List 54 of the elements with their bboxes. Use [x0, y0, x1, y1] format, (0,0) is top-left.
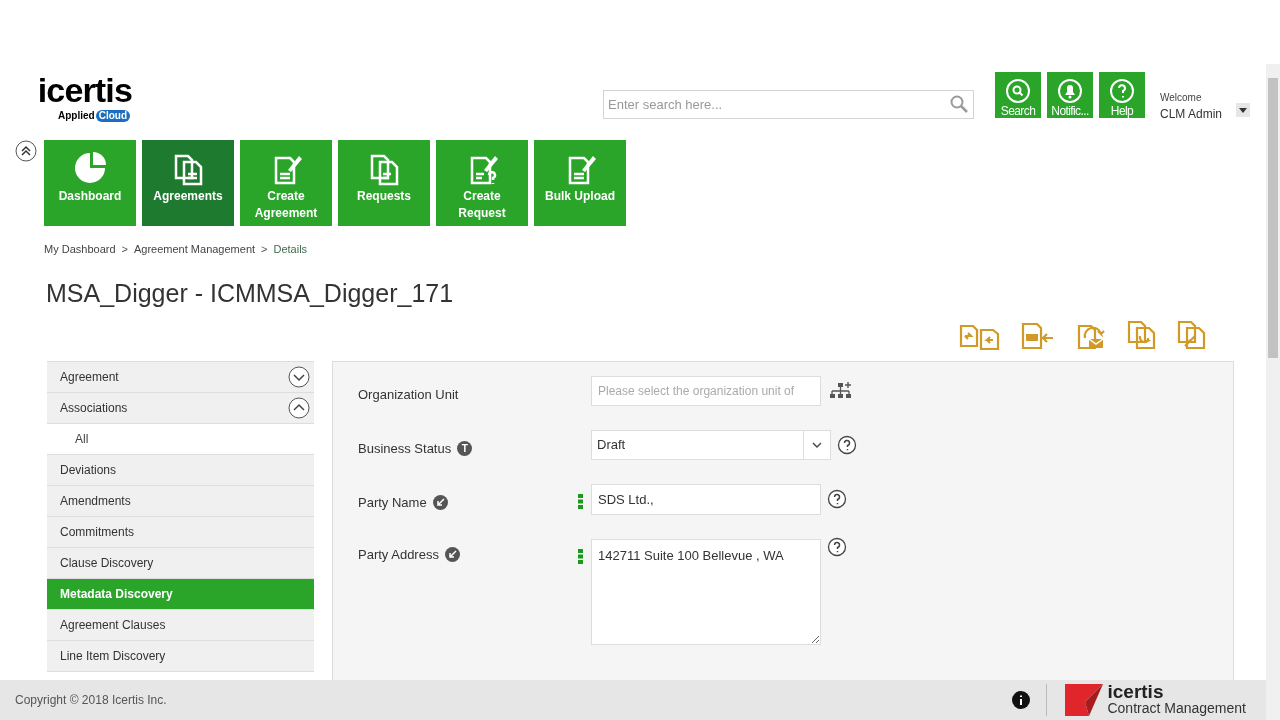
sidebar-item[interactable]: Deviations: [47, 454, 314, 486]
user-menu-dropdown[interactable]: [1236, 103, 1251, 117]
welcome-label: Welcome: [1160, 91, 1203, 105]
collapse-icon[interactable]: [15, 140, 37, 162]
help-icon[interactable]: [837, 434, 857, 455]
search-field[interactable]: Enter search here...: [603, 90, 974, 119]
info-icon[interactable]: [1012, 691, 1031, 709]
breadcrumb-link[interactable]: My Dashboard: [44, 241, 116, 258]
arrow-badge-icon: [432, 494, 448, 510]
required-marker-icon: [578, 493, 583, 509]
status-dropdown[interactable]: Draft: [591, 429, 831, 460]
scrollbar[interactable]: [1266, 64, 1280, 720]
logo-tagline: Applied: [58, 109, 95, 123]
nav-tile[interactable]: Agreements: [142, 140, 234, 226]
party-name-field[interactable]: SDS Ltd.,: [591, 483, 821, 515]
help-icon[interactable]: [827, 536, 847, 557]
sidebar-item[interactable]: Line Item Discovery: [47, 640, 314, 672]
bell-icon: [1057, 78, 1083, 104]
required-marker-icon: [578, 548, 583, 564]
party-address-field[interactable]: 142711 Suite 100 Bellevue , WA: [591, 538, 821, 645]
field-type-badge: T: [457, 440, 473, 456]
arrow-badge-icon: [444, 546, 460, 562]
sidebar-section-title: Agreement: [60, 368, 119, 386]
brand-logo: icertis: [37, 72, 132, 108]
field-label: Party Name: [358, 493, 427, 512]
sidebar-section-title: Associations: [60, 399, 128, 417]
scrollbar-thumb[interactable]: [1268, 78, 1278, 358]
user-name: CLM Admin: [1160, 106, 1223, 123]
footer-product: Contract Management: [1107, 700, 1246, 717]
breadcrumb-separator: >: [121, 242, 128, 257]
search-icon[interactable]: [950, 95, 968, 113]
sidebar-item[interactable]: Amendments: [47, 485, 314, 517]
sidebar-item[interactable]: Commitments: [47, 516, 314, 548]
breadcrumb-current[interactable]: Details: [273, 241, 308, 258]
page-title: MSA_Digger - ICMMSA_Digger_171: [45, 277, 455, 308]
expand-chevron-icon[interactable]: [288, 365, 310, 388]
footer-brand: icertis: [1107, 683, 1165, 700]
breadcrumb-link[interactable]: Agreement Management: [134, 241, 256, 258]
logo-mark-icon: [1065, 684, 1104, 716]
logo-badge: Cloud: [95, 109, 130, 122]
collapse-chevron-icon[interactable]: [288, 396, 310, 419]
help-icon[interactable]: [827, 488, 847, 509]
breadcrumb-separator: >: [261, 242, 268, 257]
sidebar-item[interactable]: Clause Discovery: [47, 547, 314, 579]
sidebar-item[interactable]: Agreement Clauses: [47, 609, 314, 641]
help-icon: [1109, 78, 1135, 104]
field-label: Business Status: [358, 439, 452, 458]
pie-chart-icon: [72, 150, 108, 186]
hierarchy-add-icon[interactable]: [829, 380, 853, 401]
copyright-text: Copyright © 2018 Icertis Inc.: [15, 692, 167, 709]
search-icon: [1005, 78, 1031, 104]
organization-unit-field[interactable]: Please select the organization unit of: [591, 375, 821, 406]
field-label: Organization Unit: [358, 385, 459, 404]
field-label: Party Address: [358, 545, 439, 564]
